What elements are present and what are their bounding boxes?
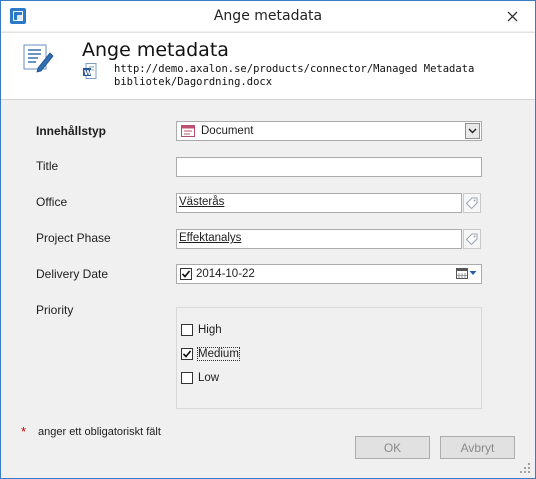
tag-icon	[466, 233, 478, 245]
required-note: anger ett obligatoriskt fält	[38, 426, 161, 438]
cancel-button[interactable]: Avbryt	[440, 436, 515, 459]
dialog-window: Ange metadata Ange metadata W http://dem…	[0, 0, 536, 479]
content-type-label: Innehållstyp	[36, 124, 107, 138]
checkmark-icon	[182, 350, 192, 358]
calendar-dropdown-button[interactable]	[456, 267, 477, 279]
priority-label: Priority	[36, 303, 74, 317]
edit-document-icon	[23, 44, 54, 73]
dropdown-arrow-button[interactable]	[465, 123, 480, 139]
delivery-date-checkbox[interactable]	[180, 268, 192, 280]
svg-text:W: W	[84, 69, 92, 77]
low-checkbox[interactable]	[181, 372, 193, 384]
project-phase-label: Project Phase	[36, 231, 111, 245]
title-input[interactable]	[176, 157, 482, 177]
low-label: Low	[198, 372, 220, 384]
office-value: Västerås	[179, 196, 225, 208]
required-marker: *	[21, 424, 27, 439]
chevron-down-icon	[469, 271, 477, 275]
project-phase-term-picker-button[interactable]	[463, 229, 481, 249]
checkmark-icon	[181, 270, 191, 278]
dialog-header: Ange metadata W http://demo.axalon.se/pr…	[1, 32, 535, 100]
delivery-date-value: 2014-10-22	[196, 268, 255, 280]
title-label: Title	[36, 159, 59, 173]
document-url-line1: http://demo.axalon.se/products/connector…	[114, 63, 475, 75]
office-term-picker-button[interactable]	[463, 193, 481, 213]
office-label: Office	[36, 195, 68, 209]
tag-icon	[466, 197, 478, 209]
high-checkbox[interactable]	[181, 324, 193, 336]
ok-button[interactable]: OK	[355, 436, 430, 459]
window-title: Ange metadata	[213, 8, 323, 24]
close-button[interactable]	[499, 5, 525, 27]
project-phase-input[interactable]: Effektanalys	[176, 229, 462, 249]
chevron-down-icon	[468, 128, 477, 134]
content-type-icon	[181, 125, 195, 137]
priority-option-low[interactable]: Low	[181, 372, 219, 384]
medium-label: Medium	[197, 347, 240, 361]
priority-option-medium[interactable]: Medium	[181, 347, 240, 361]
close-icon	[507, 11, 517, 21]
content-type-value: Document	[201, 125, 254, 137]
priority-options-group: High Medium Low	[176, 307, 482, 409]
medium-checkbox[interactable]	[181, 348, 193, 360]
delivery-date-label: Delivery Date	[36, 267, 109, 281]
delivery-date-picker[interactable]: 2014-10-22	[176, 264, 482, 284]
resize-grip-icon[interactable]	[519, 462, 531, 474]
title-bar: Ange metadata	[1, 1, 535, 31]
priority-option-high[interactable]: High	[181, 324, 222, 336]
word-document-icon: W	[83, 63, 97, 79]
project-phase-value: Effektanalys	[179, 232, 242, 244]
header-title: Ange metadata	[82, 39, 229, 61]
document-url-line2: bibliotek/Dagordning.docx	[114, 76, 273, 88]
high-label: High	[198, 324, 222, 336]
content-type-dropdown[interactable]: Document	[176, 121, 482, 141]
office-input[interactable]: Västerås	[176, 193, 462, 213]
document-url: http://demo.axalon.se/products/connector…	[114, 63, 494, 89]
calendar-icon	[456, 268, 468, 279]
